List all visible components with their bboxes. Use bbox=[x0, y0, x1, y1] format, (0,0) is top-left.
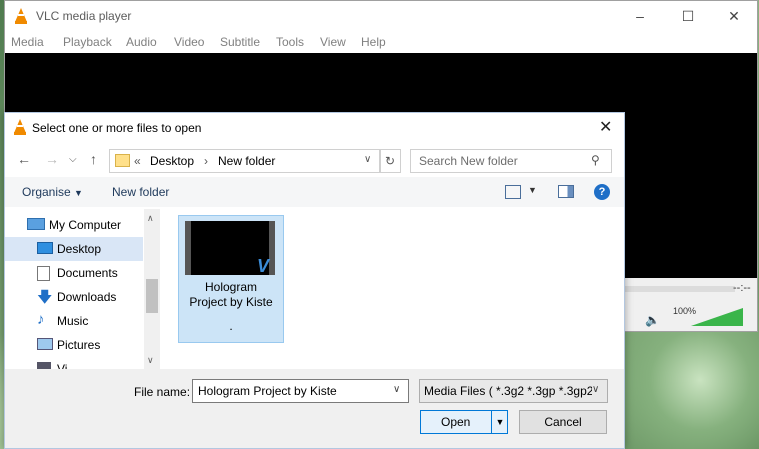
menu-playback[interactable]: Playback bbox=[63, 35, 112, 49]
computer-icon bbox=[27, 218, 45, 230]
dialog-title: Select one or more files to open bbox=[32, 121, 202, 135]
music-icon: ♪ bbox=[37, 311, 45, 328]
pictures-icon bbox=[37, 338, 53, 350]
vlc-cone-icon bbox=[15, 8, 27, 24]
menu-tools[interactable]: Tools bbox=[276, 35, 304, 49]
nav-item-label: Music bbox=[57, 314, 89, 328]
window-title: VLC media player bbox=[36, 9, 132, 23]
nav-item-downloads[interactable]: 🡇 Downloads bbox=[5, 285, 143, 309]
scroll-thumb[interactable] bbox=[146, 279, 158, 313]
new-folder-button[interactable]: New folder bbox=[112, 185, 169, 199]
view-options-icon[interactable] bbox=[505, 185, 521, 199]
organise-button[interactable]: Organise ▼ bbox=[22, 185, 83, 199]
caret-down-icon: ▼ bbox=[74, 188, 83, 198]
dialog-titlebar: Select one or more files to open ✕ bbox=[5, 113, 624, 143]
vlc-overlay-icon: V bbox=[257, 256, 270, 276]
chevron-down-icon[interactable]: ∨ bbox=[393, 384, 400, 395]
navigation-pane: My Computer Desktop Documents 🡇 Download… bbox=[5, 209, 161, 369]
breadcrumb-new-folder[interactable]: New folder bbox=[218, 154, 275, 168]
nav-item-label: Documents bbox=[57, 266, 118, 280]
menu-video[interactable]: Video bbox=[174, 35, 204, 49]
file-item[interactable]: V Hologram Project by Kiste . bbox=[178, 215, 284, 343]
folder-icon bbox=[115, 154, 130, 167]
dialog-toolbar: Organise ▼ New folder ▼ ? bbox=[5, 177, 624, 207]
open-button[interactable]: Open ▼ bbox=[420, 410, 508, 434]
help-icon[interactable]: ? bbox=[594, 184, 610, 200]
chevron-down-icon: ∨ bbox=[592, 384, 600, 395]
breadcrumb-separator-icon[interactable]: › bbox=[204, 154, 208, 168]
nav-item-label: Desktop bbox=[57, 242, 102, 256]
nav-item-my-computer[interactable]: My Computer bbox=[5, 213, 143, 237]
filetype-value: Media Files ( *.3g2 *.3gp *.3gp2 bbox=[424, 384, 594, 398]
forward-arrow-icon[interactable]: → bbox=[45, 151, 59, 167]
up-arrow-icon[interactable]: ↑ bbox=[90, 151, 97, 167]
seek-bar[interactable] bbox=[625, 286, 735, 292]
back-arrow-icon[interactable]: ← bbox=[17, 151, 31, 167]
refresh-button[interactable]: ↻ bbox=[379, 149, 401, 173]
close-button[interactable]: ✕ bbox=[719, 5, 749, 27]
organise-label: Organise bbox=[22, 185, 71, 199]
open-file-dialog: Select one or more files to open ✕ ← → ⌵… bbox=[4, 112, 625, 449]
preview-pane-icon[interactable] bbox=[558, 185, 574, 198]
nav-item-label: Downloads bbox=[57, 290, 117, 304]
volume-slider[interactable] bbox=[691, 308, 743, 326]
filename-input[interactable]: Hologram Project by Kiste ∨ bbox=[192, 379, 409, 403]
open-dropdown-icon[interactable]: ▼ bbox=[491, 411, 508, 433]
videos-icon bbox=[37, 362, 51, 369]
nav-item-desktop[interactable]: Desktop bbox=[5, 237, 143, 261]
open-label: Open bbox=[441, 415, 471, 429]
vlc-titlebar: VLC media player – ☐ ✕ bbox=[5, 1, 757, 31]
downloads-icon: 🡇 bbox=[37, 289, 53, 306]
menu-help[interactable]: Help bbox=[361, 35, 386, 49]
nav-item-videos[interactable]: Vi bbox=[5, 357, 143, 369]
menu-media[interactable]: Media bbox=[11, 35, 44, 49]
dialog-footer: File name: Hologram Project by Kiste ∨ M… bbox=[5, 369, 624, 448]
caret-down-icon[interactable]: ▼ bbox=[528, 185, 537, 195]
search-placeholder: Search New folder bbox=[419, 154, 518, 168]
maximize-button[interactable]: ☐ bbox=[673, 5, 703, 27]
menu-view[interactable]: View bbox=[320, 35, 346, 49]
menu-subtitle[interactable]: Subtitle bbox=[220, 35, 260, 49]
nav-item-label: Pictures bbox=[57, 338, 101, 352]
scroll-down-icon[interactable]: ∨ bbox=[147, 355, 154, 366]
breadcrumb-overflow[interactable]: « bbox=[134, 154, 141, 168]
cancel-button[interactable]: Cancel bbox=[519, 410, 607, 434]
search-input[interactable]: Search New folder ⚲ bbox=[410, 149, 612, 173]
file-name: Hologram Project by Kiste . bbox=[189, 280, 273, 333]
nav-item-pictures[interactable]: Pictures bbox=[5, 333, 143, 357]
filetype-select[interactable]: Media Files ( *.3g2 *.3gp *.3gp2 ∨ bbox=[419, 379, 608, 403]
scroll-up-icon[interactable]: ∧ bbox=[147, 213, 154, 224]
filename-value: Hologram Project by Kiste bbox=[198, 384, 337, 398]
search-icon: ⚲ bbox=[591, 153, 600, 167]
menu-bar: Media Playback Audio Video Subtitle Tool… bbox=[5, 31, 757, 53]
breadcrumb-desktop[interactable]: Desktop bbox=[150, 154, 194, 168]
nav-item-music[interactable]: ♪ Music bbox=[5, 309, 143, 333]
minimize-button[interactable]: – bbox=[625, 5, 655, 27]
nav-scrollbar[interactable]: ∧ ∨ bbox=[144, 209, 160, 369]
time-display: --:-- bbox=[733, 282, 751, 294]
address-bar[interactable]: « Desktop › New folder ∨ bbox=[109, 149, 381, 173]
dialog-close-button[interactable]: ✕ bbox=[599, 117, 612, 137]
desktop-icon bbox=[37, 242, 53, 254]
chevron-down-icon[interactable]: ∨ bbox=[364, 154, 371, 165]
navigation-bar: ← → ⌵ ↑ « Desktop › New folder ∨ ↻ Searc… bbox=[5, 143, 624, 177]
filename-label: File name: bbox=[134, 385, 191, 399]
menu-audio[interactable]: Audio bbox=[126, 35, 157, 49]
file-list: V Hologram Project by Kiste . bbox=[163, 209, 624, 369]
speaker-icon[interactable]: 🔈 bbox=[645, 313, 660, 327]
documents-icon bbox=[37, 266, 50, 281]
nav-item-label: My Computer bbox=[49, 218, 122, 232]
nav-item-documents[interactable]: Documents bbox=[5, 261, 143, 285]
vlc-cone-icon bbox=[14, 119, 26, 135]
nav-item-label: Vi bbox=[57, 362, 68, 369]
recent-dropdown-icon[interactable]: ⌵ bbox=[69, 154, 77, 165]
